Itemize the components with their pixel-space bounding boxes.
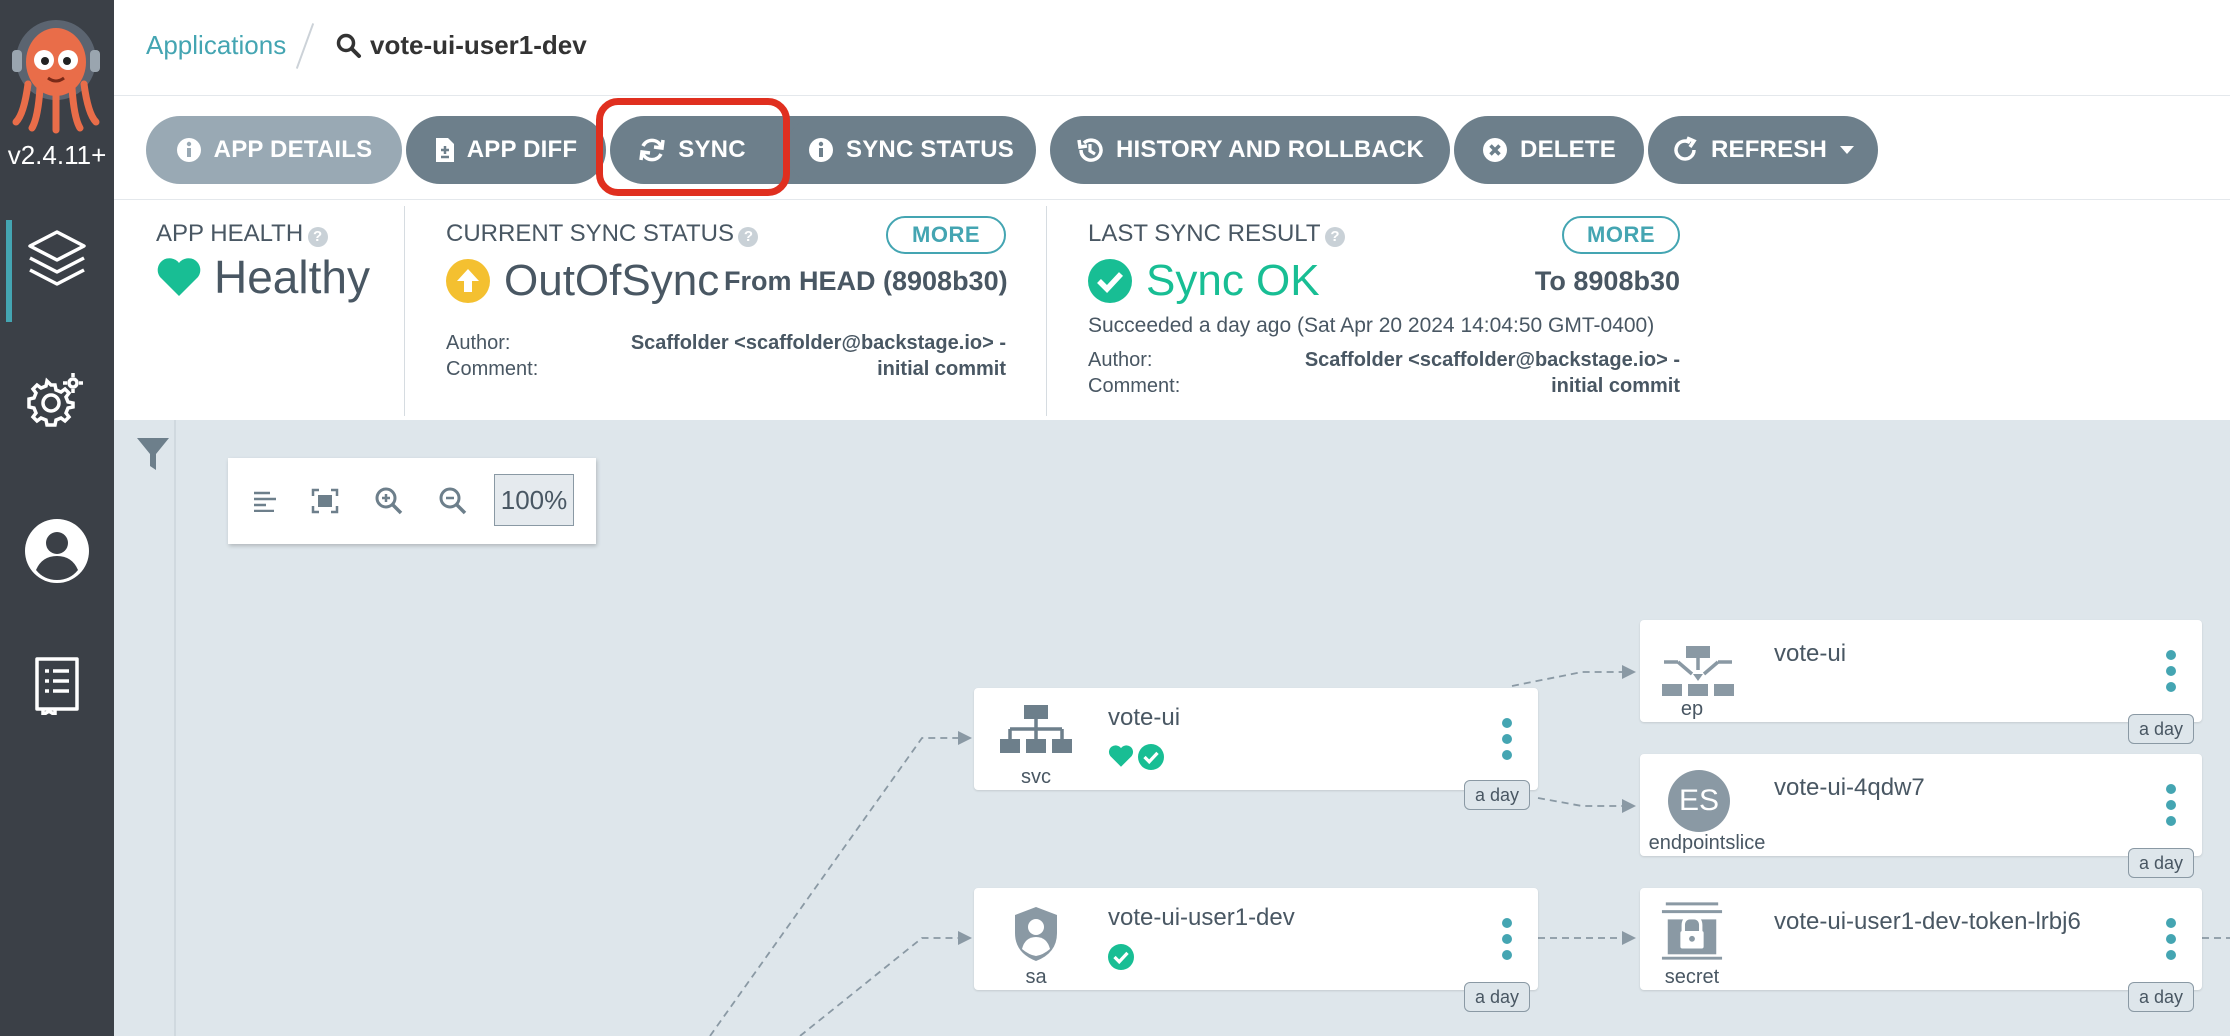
node-secret-vote-ui-user1-dev-token[interactable]: secret vote-ui-user1-dev-token-lrbj6: [1640, 888, 2202, 990]
node-age: a day: [2128, 982, 2195, 1012]
node-status: [1108, 744, 1164, 770]
graph-edges: [709, 665, 2230, 1036]
service-account-icon: [994, 904, 1078, 964]
secret-icon: [1660, 902, 1724, 962]
service-icon: [994, 704, 1078, 764]
node-age: a day: [2128, 714, 2195, 744]
check-circle-icon: [1138, 744, 1164, 770]
node-endpointslice-vote-ui-4qdw7[interactable]: ES endpointslice vote-ui-4qdw7: [1640, 754, 2202, 856]
node-name: vote-ui: [1774, 640, 1847, 667]
node-menu-icon[interactable]: [1502, 918, 1512, 960]
node-menu-icon[interactable]: [2166, 918, 2176, 960]
node-kind: endpointslice: [1648, 832, 1766, 854]
node-kind: ep: [1680, 698, 1704, 720]
node-svc-vote-ui[interactable]: svc vote-ui: [974, 688, 1538, 790]
node-name: vote-ui: [1108, 704, 1181, 731]
endpointslice-badge: ES: [1668, 770, 1730, 832]
node-kind: secret: [1664, 966, 1720, 988]
node-name: vote-ui-user1-dev: [1108, 904, 1295, 931]
heart-icon: [1108, 745, 1134, 767]
node-menu-icon[interactable]: [2166, 650, 2176, 692]
node-age: a day: [2128, 848, 2195, 878]
node-age: a day: [1464, 780, 1531, 810]
node-status: [1108, 944, 1134, 975]
check-circle-icon: [1108, 944, 1134, 970]
node-menu-icon[interactable]: [2166, 784, 2176, 826]
endpoints-icon: [1656, 642, 1740, 702]
node-age: a day: [1464, 982, 1531, 1012]
node-name: vote-ui-4qdw7: [1774, 774, 1925, 801]
node-ep-vote-ui[interactable]: ep vote-ui: [1640, 620, 2202, 722]
node-kind: sa: [1025, 966, 1047, 988]
node-sa-vote-ui-user1-dev[interactable]: sa vote-ui-user1-dev: [974, 888, 1538, 990]
node-menu-icon[interactable]: [1502, 718, 1512, 760]
node-name: vote-ui-user1-dev-token-lrbj6: [1774, 908, 2081, 935]
node-kind: svc: [1021, 766, 1051, 788]
